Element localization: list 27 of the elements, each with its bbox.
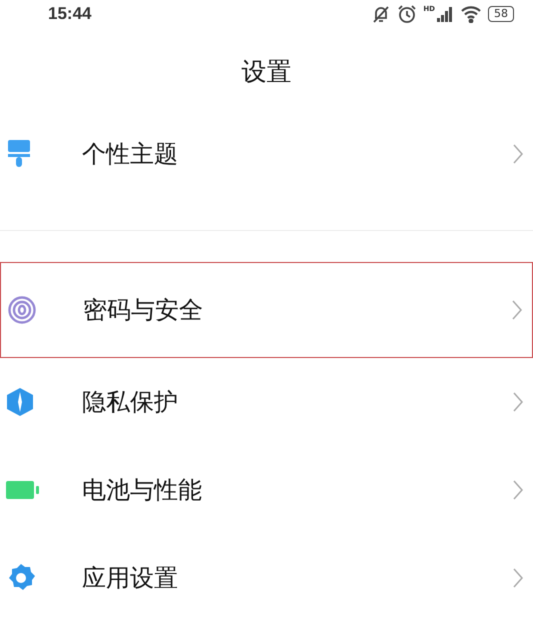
settings-item[interactable]: 隐私保护 <box>0 358 533 446</box>
chevron-right-icon <box>513 144 523 164</box>
battery-icon <box>6 481 40 499</box>
paint-brush-icon <box>6 138 32 170</box>
settings-item[interactable]: 应用设置 <box>0 534 533 622</box>
settings-item[interactable]: 个性主题 <box>0 110 533 198</box>
chevron-right-icon <box>513 392 523 412</box>
chevron-right-icon <box>513 480 523 500</box>
fingerprint-icon <box>7 295 37 325</box>
chevron-right-icon <box>512 300 522 320</box>
battery-indicator: 58 <box>488 6 514 22</box>
settings-item[interactable]: 电池与性能 <box>0 446 533 534</box>
item-label: 隐私保护 <box>82 387 179 418</box>
clock-time: 15:44 <box>48 4 92 24</box>
wifi-icon <box>460 5 482 23</box>
chevron-right-icon <box>513 568 523 588</box>
item-label: 个性主题 <box>82 139 179 170</box>
item-label: 应用设置 <box>82 563 179 594</box>
alarm-clock-icon <box>397 4 418 24</box>
settings-item[interactable]: 密码与安全 <box>0 262 533 358</box>
signal-icon <box>436 6 454 22</box>
item-label: 密码与安全 <box>83 295 204 326</box>
item-label: 电池与性能 <box>82 475 203 506</box>
shield-icon <box>6 387 34 417</box>
gear-icon <box>6 563 36 593</box>
page-title: 设置 <box>242 56 292 88</box>
muted-bell-icon <box>371 4 392 24</box>
